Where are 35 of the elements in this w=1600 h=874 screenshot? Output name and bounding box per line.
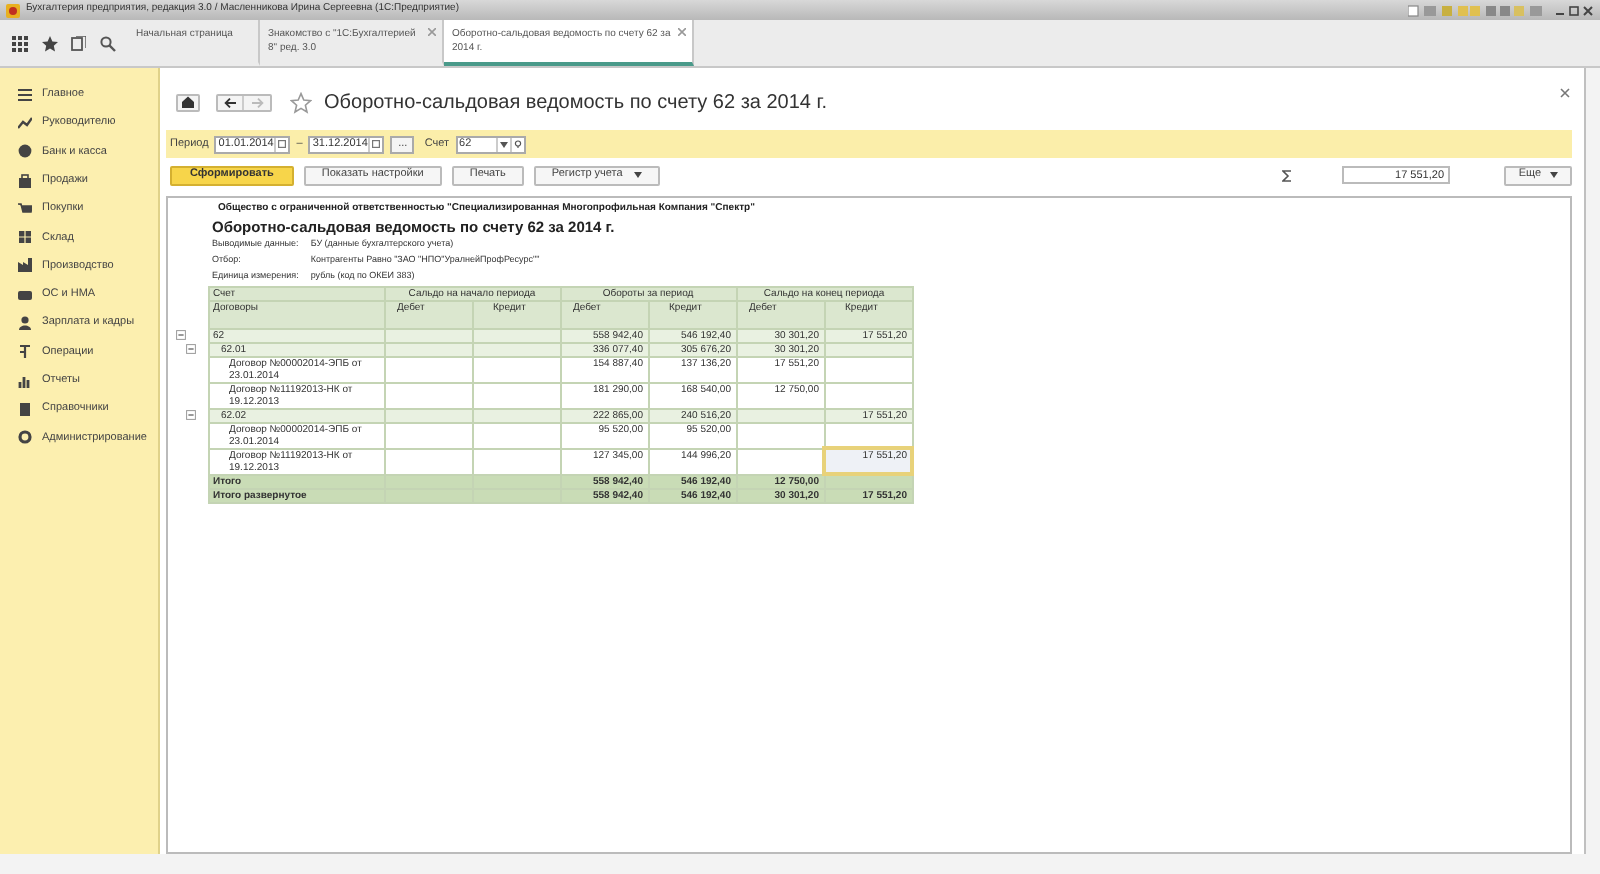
app-icon xyxy=(6,3,20,17)
bar-chart-icon xyxy=(18,373,32,388)
caret-icon xyxy=(1549,172,1558,178)
toolbar-icons-drawing[interactable] xyxy=(1408,3,1548,17)
window-controls-drawing[interactable] xyxy=(1554,3,1594,17)
collapse-icon[interactable] xyxy=(186,344,196,354)
sigma-icon xyxy=(1282,169,1292,181)
coin-icon xyxy=(18,144,32,159)
page-title: Оборотно-сальдовая ведомость по счету 62 за 2014 г. xyxy=(324,89,827,117)
calendar-icon[interactable] xyxy=(372,140,381,148)
collapse-icon[interactable] xyxy=(176,330,186,340)
bag-icon xyxy=(18,173,32,188)
collapse-icon[interactable] xyxy=(186,410,196,420)
history-icon[interactable] xyxy=(70,35,87,51)
search-icon[interactable] xyxy=(513,140,522,148)
factory-icon xyxy=(18,258,32,273)
home-button[interactable] xyxy=(176,93,200,111)
search-icon[interactable] xyxy=(99,35,116,51)
box-icon xyxy=(18,230,32,245)
arrow-left-icon xyxy=(224,97,236,107)
star-icon[interactable] xyxy=(41,35,58,51)
star-icon[interactable] xyxy=(290,91,312,113)
close-icon[interactable] xyxy=(1560,87,1570,97)
close-icon[interactable] xyxy=(428,28,436,36)
book-icon xyxy=(18,401,32,416)
chart-icon xyxy=(18,115,32,130)
caret-icon xyxy=(634,172,643,178)
menu-icon xyxy=(18,87,32,102)
calendar-icon[interactable] xyxy=(278,140,287,148)
caret-icon[interactable] xyxy=(499,141,508,147)
close-icon[interactable] xyxy=(678,28,686,36)
cart-icon xyxy=(18,201,32,216)
person-icon xyxy=(18,316,32,331)
menu-icon[interactable] xyxy=(12,35,29,51)
home-icon xyxy=(182,96,194,108)
